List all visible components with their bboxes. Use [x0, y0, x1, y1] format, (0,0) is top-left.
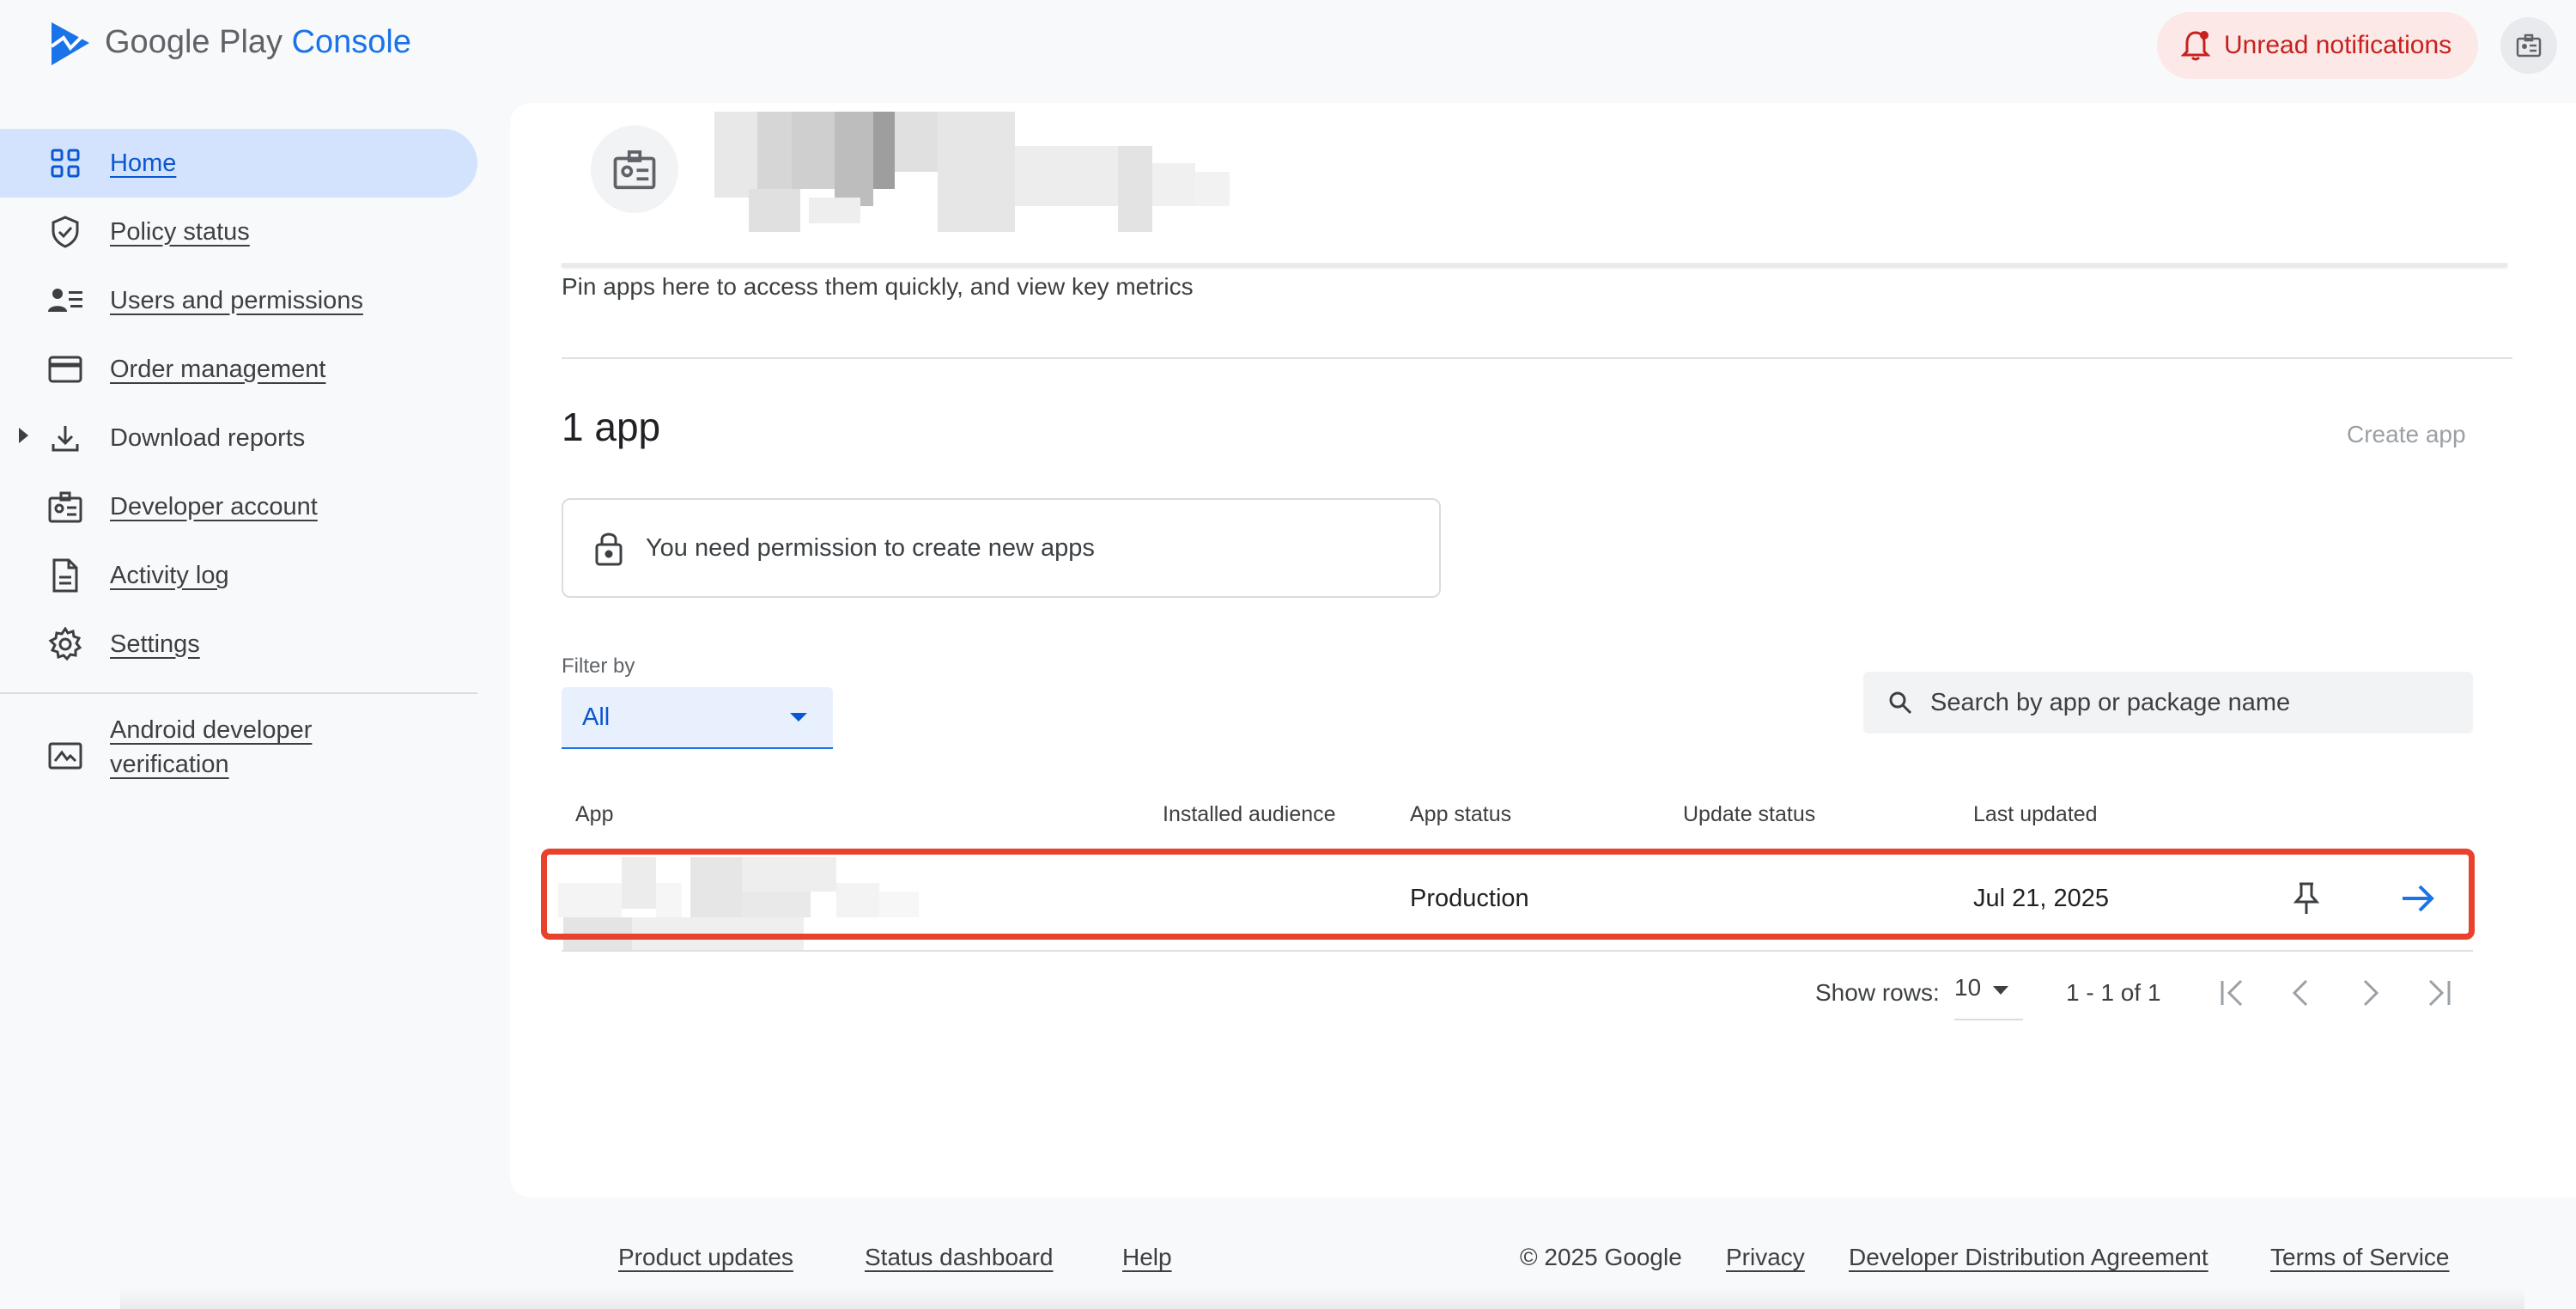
filter-label: Filter by	[562, 654, 635, 678]
search-placeholder: Search by app or package name	[1930, 688, 2291, 716]
app-avatar	[591, 125, 678, 213]
chevron-left-icon	[2292, 979, 2308, 1007]
filter-select[interactable]: All	[562, 687, 833, 749]
sidebar-item-label: Developer account	[110, 492, 318, 521]
filter-value: All	[582, 703, 611, 731]
arrow-right-icon[interactable]	[2399, 881, 2437, 916]
pin-apps-hint: Pin apps here to access them quickly, an…	[562, 273, 1194, 300]
last-page-icon	[2428, 979, 2451, 1007]
table-divider	[562, 950, 2473, 952]
sidebar-item-developer-account[interactable]: Developer account	[0, 472, 477, 541]
shield-check-icon	[46, 213, 84, 251]
sidebar-item-home[interactable]: Home	[0, 129, 477, 198]
play-console-logo-icon	[50, 22, 89, 65]
badge-icon	[2516, 33, 2542, 58]
credit-card-icon	[46, 350, 84, 388]
badge-icon	[46, 488, 84, 526]
footer-link-product-updates[interactable]: Product updates	[618, 1244, 793, 1271]
rows-per-page-value: 10	[1954, 974, 1982, 1001]
gear-icon	[46, 625, 84, 663]
footer-link-privacy[interactable]: Privacy	[1726, 1244, 1805, 1271]
chevron-right-icon	[2363, 979, 2379, 1007]
column-header-installed-audience[interactable]: Installed audience	[1163, 802, 1336, 827]
page-range: 1 - 1 of 1	[2066, 979, 2161, 1006]
column-header-update-status[interactable]: Update status	[1683, 802, 1815, 827]
sidebar-divider	[0, 692, 477, 694]
section-divider	[562, 357, 2512, 359]
lock-icon	[595, 533, 623, 566]
bell-alert-icon	[2181, 31, 2210, 61]
app-status-cell: Production	[1410, 885, 1529, 912]
next-page-button[interactable]	[2349, 972, 2391, 1014]
first-page-button[interactable]	[2212, 972, 2253, 1014]
apps-count-heading: 1 app	[562, 405, 661, 449]
column-header-last-updated[interactable]: Last updated	[1973, 802, 2098, 827]
people-list-icon	[46, 282, 84, 320]
create-app-button[interactable]: Create app	[2347, 421, 2466, 448]
id-card-icon	[46, 737, 84, 775]
sidebar-item-label: Download reports	[110, 423, 306, 452]
bottom-shadow	[120, 1288, 2524, 1309]
sidebar-item-download-reports[interactable]: Download reports	[0, 404, 477, 472]
search-input[interactable]: Search by app or package name	[1863, 672, 2473, 734]
sidebar-item-policy-status[interactable]: Policy status	[0, 198, 477, 266]
search-icon	[1889, 691, 1912, 715]
previous-page-button[interactable]	[2281, 972, 2322, 1014]
sidebar-item-android-developer-verification[interactable]: Android developer verification	[0, 713, 477, 799]
sidebar-item-order-management[interactable]: Order management	[0, 335, 477, 404]
dropdown-caret-icon	[1993, 986, 2009, 995]
sidebar-item-users-and-permissions[interactable]: Users and permissions	[0, 266, 477, 335]
first-page-icon	[2221, 979, 2243, 1007]
permission-notice: You need permission to create new apps	[562, 498, 1441, 598]
last-updated-cell: Jul 21, 2025	[1973, 885, 2110, 912]
sidebar-item-settings[interactable]: Settings	[0, 610, 477, 679]
column-header-app[interactable]: App	[575, 802, 613, 827]
pinned-apps-divider	[562, 263, 2507, 266]
dropdown-caret-icon	[790, 713, 807, 721]
sidebar-item-label: Settings	[110, 630, 200, 658]
dashboard-icon	[46, 144, 84, 182]
developer-account-button[interactable]	[2500, 17, 2557, 74]
badge-icon	[613, 150, 656, 190]
sidebar-item-label: Policy status	[110, 217, 250, 246]
sidebar-item-activity-log[interactable]: Activity log	[0, 541, 477, 610]
column-header-app-status[interactable]: App status	[1410, 802, 1511, 827]
rows-per-page-select[interactable]: 10	[1954, 974, 2023, 1020]
sidebar-item-label: Activity log	[110, 561, 229, 589]
footer-link-help[interactable]: Help	[1122, 1244, 1172, 1271]
notifications-label: Unread notifications	[2224, 31, 2452, 59]
main-content-card	[510, 103, 2576, 1197]
unread-notifications-button[interactable]: Unread notifications	[2157, 12, 2478, 79]
copyright: © 2025 Google	[1520, 1244, 1682, 1270]
footer-link-status-dashboard[interactable]: Status dashboard	[865, 1244, 1054, 1271]
footer-link-terms-of-service[interactable]: Terms of Service	[2270, 1244, 2450, 1271]
sidebar-item-label: Home	[110, 149, 177, 177]
sidebar-item-label: Android developer verification	[110, 716, 313, 778]
sidebar-item-label: Users and permissions	[110, 286, 363, 314]
sidebar-item-label: Order management	[110, 355, 326, 383]
permission-notice-text: You need permission to create new apps	[646, 533, 1095, 562]
download-icon	[46, 419, 84, 457]
footer-link-developer-distribution-agreement[interactable]: Developer Distribution Agreement	[1849, 1244, 2208, 1271]
last-page-button[interactable]	[2418, 972, 2459, 1014]
pin-icon[interactable]	[2291, 881, 2322, 916]
app-logo-text: Google Play Console	[105, 24, 411, 60]
document-icon	[46, 557, 84, 594]
show-rows-label: Show rows:	[1815, 979, 1940, 1006]
redacted-account-name	[714, 112, 1230, 232]
